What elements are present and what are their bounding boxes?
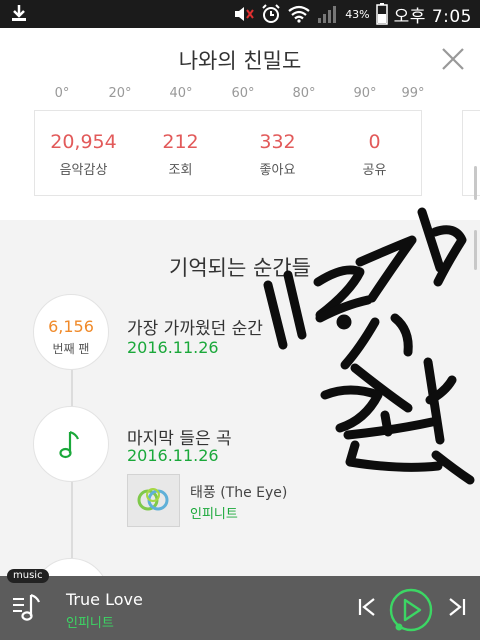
battery-percent: 43% xyxy=(345,7,370,21)
scale-tick: 90° xyxy=(353,86,377,101)
scale-tick: 60° xyxy=(231,86,255,101)
moment-date: 2016.11.26 xyxy=(127,338,219,357)
next-track-icon[interactable] xyxy=(446,596,468,618)
stat-views: 212 조회 xyxy=(132,131,229,178)
next-stats-card[interactable] xyxy=(462,110,480,196)
stat-listen: 20,954 음악감상 xyxy=(35,131,132,178)
stats-card[interactable]: 20,954 음악감상 212 조회 332 좋아요 0 공유 xyxy=(34,110,422,196)
section-title: 기억되는 순간들 xyxy=(169,256,311,280)
playlist-icon[interactable] xyxy=(10,590,46,626)
album-cover[interactable] xyxy=(127,474,180,527)
download-icon xyxy=(12,5,26,21)
scale-tick: 20° xyxy=(108,86,132,101)
music-note-icon xyxy=(59,430,80,459)
album-art xyxy=(137,488,169,511)
stat-label: 음악감상 xyxy=(59,163,108,178)
scale-tick: 99° xyxy=(401,86,425,101)
scale-tick: 0° xyxy=(54,86,70,101)
status-bar: 43% 오후 7:05 xyxy=(0,0,480,28)
page-title: 나와의 친밀도 xyxy=(178,49,302,73)
alarm-icon xyxy=(262,4,280,23)
wifi-icon xyxy=(288,5,310,23)
fan-rank-number: 6,156 xyxy=(48,317,94,336)
moment-title: 가장 가까웠던 순간 xyxy=(127,319,263,339)
stat-value: 0 xyxy=(368,131,381,153)
play-button[interactable] xyxy=(388,587,434,633)
header: 나와의 친밀도 xyxy=(0,28,480,90)
scale-tick: 40° xyxy=(169,86,193,101)
mute-icon xyxy=(235,7,254,21)
stat-likes: 332 좋아요 xyxy=(229,131,326,178)
intimacy-scale: 0° 20° 40° 60° 80° 90° 99° xyxy=(0,86,480,106)
previous-track-icon[interactable] xyxy=(356,596,378,618)
moment-date: 2016.11.26 xyxy=(127,446,219,465)
stat-value: 212 xyxy=(162,131,199,153)
signal-icon xyxy=(318,6,337,23)
stat-value: 20,954 xyxy=(50,131,117,153)
player-title[interactable]: True Love xyxy=(66,590,143,609)
stat-label: 공유 xyxy=(362,163,387,178)
scale-tick: 80° xyxy=(292,86,316,101)
mini-player[interactable]: True Love 인피니트 xyxy=(0,576,480,640)
clock: 오후 7:05 xyxy=(393,6,472,27)
close-icon[interactable] xyxy=(440,46,466,72)
song-title[interactable]: 태풍 (The Eye) xyxy=(190,482,287,502)
music-tag: music xyxy=(7,569,49,583)
music-note-circle xyxy=(33,406,109,482)
player-artist[interactable]: 인피니트 xyxy=(66,612,114,631)
stat-shares: 0 공유 xyxy=(326,131,423,178)
scrollbar[interactable] xyxy=(474,166,477,200)
stat-label: 좋아요 xyxy=(259,163,296,178)
fan-rank-circle: 6,156 번째 팬 xyxy=(33,294,109,370)
fan-rank-unit: 번째 팬 xyxy=(52,342,90,356)
song-artist[interactable]: 인피니트 xyxy=(190,503,238,522)
stat-label: 조회 xyxy=(168,163,193,178)
stat-value: 332 xyxy=(259,131,296,153)
battery-icon xyxy=(375,3,388,25)
